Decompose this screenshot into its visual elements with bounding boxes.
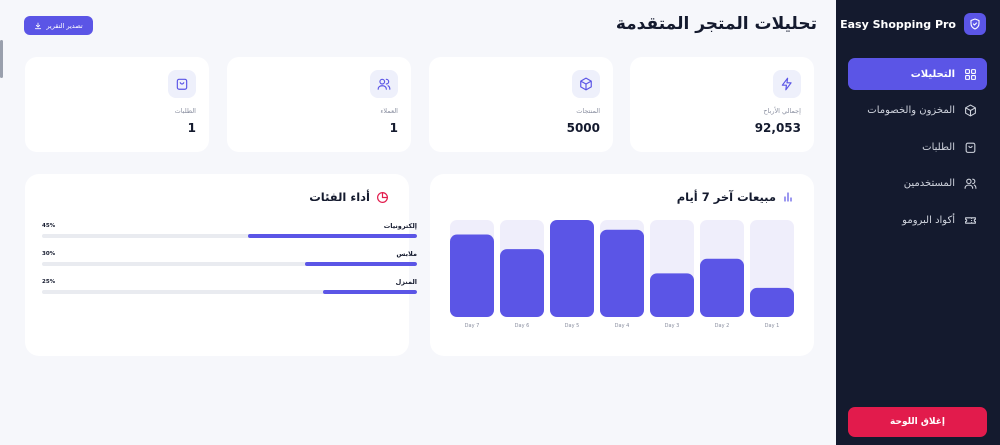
category-percent: 45% [42,223,56,229]
sales-bar-chart: Day 7 Day 6 Day 5 Day 4 Day 3 Day 2 Day 1 [450,220,794,329]
stat-label: المنتجات [576,107,600,115]
sidebar-item-users[interactable]: المستخدمين [848,168,987,200]
sidebar-item-label: المخزون والخصومات [867,105,955,116]
sidebar-item-label: أكواد البرومو [902,214,955,226]
download-icon [35,22,42,29]
x-tick-label: Day 1 [765,323,780,329]
stat-card-profit: إجمالي الأرباح 92,053 [630,57,814,152]
category-percent: 25% [42,279,56,285]
dashboard-icon [965,68,976,80]
scrollbar[interactable] [0,40,3,78]
x-tick-label: Day 7 [465,323,480,329]
page-title: تحليلات المتجر المتقدمة [615,14,817,34]
close-panel-button[interactable]: إغلاق اللوحة [848,407,987,437]
bar-1[interactable] [450,234,494,317]
lightning-icon [773,70,801,98]
category-row-clothing: 30% ملابس [42,249,417,266]
sidebar-item-promo-codes[interactable]: أكواد البرومو [848,204,987,236]
bag-icon [168,70,196,98]
sidebar-item-analytics[interactable]: التحليلات [848,58,987,90]
bar-5[interactable] [650,273,694,317]
sidebar-item-inventory[interactable]: المخزون والخصومات [848,95,987,127]
brand-name: Easy Shopping Pro [840,17,956,31]
shield-icon [964,13,986,35]
stat-card-orders: الطلبات 1 [25,57,209,152]
x-tick-label: Day 4 [615,323,630,329]
x-tick-label: Day 6 [515,323,530,329]
x-tick-label: Day 5 [565,323,580,329]
categories-panel: أداء الفئات 45% إلكترونيات 30% ملابس 25%… [25,174,417,356]
stat-label: العملاء [380,107,398,115]
bar-4[interactable] [600,229,644,317]
categories-title-text: أداء الفئات [309,190,370,204]
stat-value: 1 [187,121,196,135]
category-progress-track [42,234,417,238]
x-tick-label: Day 3 [665,323,680,329]
bar-2[interactable] [500,249,544,317]
stat-value: 1 [389,121,398,135]
export-label: تصدير التقرير [46,21,83,30]
bar-3[interactable] [550,220,594,317]
stat-label: الطلبات [174,107,196,115]
category-progress-fill [323,290,417,294]
category-progress-track [42,262,417,266]
stat-label: إجمالي الأرباح [763,107,801,115]
category-name: ملابس [396,250,417,258]
category-percent: 30% [42,251,56,257]
bag-icon [965,142,976,153]
sidebar-item-label: المستخدمين [903,178,955,189]
ticket-icon [965,216,976,224]
x-tick-label: Day 2 [715,323,730,329]
category-progress-fill [248,234,417,238]
box-icon [965,104,976,117]
category-progress-track [42,290,417,294]
category-row-home: 25% المنزل [42,277,417,294]
stat-card-customers: العملاء 1 [227,57,411,152]
category-progress-fill [304,262,417,266]
category-name: المنزل [395,278,417,286]
category-row-electronics: 45% إلكترونيات [42,221,417,238]
sidebar: Easy Shopping Pro التحليلات المخزون والخ… [836,0,1000,445]
sidebar-item-label: الطلبات [922,141,955,153]
sales-panel: مبيعات آخر 7 أيام Day 7 Day 6 Day 5 Day 4 Da… [430,174,814,356]
categories-panel-title: أداء الفئات [309,190,389,204]
category-name: إلكترونيات [383,222,417,230]
sidebar-item-orders[interactable]: الطلبات [848,131,987,163]
users-icon [370,70,398,98]
box-icon [572,70,600,98]
stat-card-products: المنتجات 5000 [429,57,613,152]
pie-chart-icon [377,191,388,203]
sidebar-item-label: التحليلات [910,68,955,80]
brand: Easy Shopping Pro [840,13,986,35]
bar-7[interactable] [750,287,794,317]
stat-value: 5000 [566,121,600,135]
bar-6[interactable] [700,258,744,317]
export-report-button[interactable]: تصدير التقرير [24,16,93,35]
stat-value: 92,053 [754,121,801,135]
sidebar-nav: التحليلات المخزون والخصومات الطلبات المس… [848,58,987,241]
users-icon [964,178,977,189]
